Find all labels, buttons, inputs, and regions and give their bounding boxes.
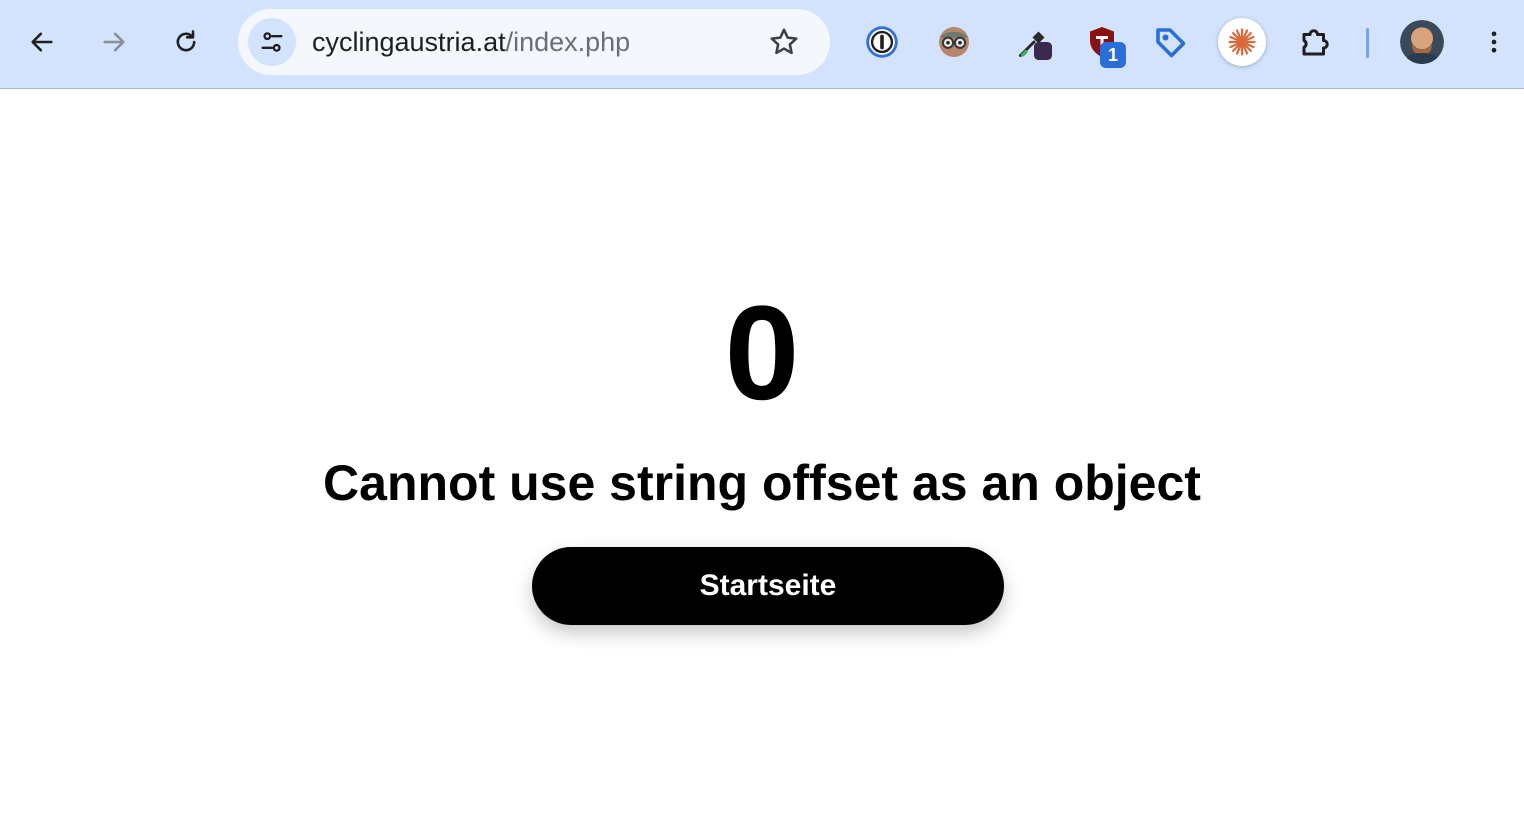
- tag-extension[interactable]: [1148, 20, 1192, 64]
- sparkle-extension[interactable]: [1218, 18, 1266, 66]
- home-button[interactable]: Startseite: [532, 547, 1004, 625]
- address-bar[interactable]: cyclingaustria.at/index.php: [238, 9, 830, 75]
- star-icon[interactable]: [768, 26, 800, 58]
- avatar-icon: [1400, 20, 1444, 64]
- reload-icon: [176, 30, 196, 52]
- error-code: 0: [724, 279, 800, 428]
- browser-toolbar: cyclingaustria.at/index.php 1: [0, 0, 1524, 89]
- site-info-button[interactable]: [248, 18, 296, 66]
- error-message: Cannot use string offset as an object: [323, 455, 1201, 511]
- extension-badge: 1: [1100, 42, 1126, 68]
- glasses-extension[interactable]: [932, 20, 976, 64]
- tag-icon: [1156, 28, 1186, 58]
- puzzle-icon: [1302, 29, 1329, 56]
- glasses-face-icon: [939, 27, 969, 57]
- toolbar-divider: [1366, 28, 1369, 58]
- eyedropper-extension[interactable]: [1012, 20, 1056, 64]
- url-path: /index.php: [505, 27, 631, 57]
- url-text[interactable]: cyclingaustria.at/index.php: [312, 26, 630, 58]
- tune-icon: [261, 32, 283, 52]
- 1password-icon: [866, 26, 898, 58]
- shield-extension[interactable]: 1: [1080, 20, 1126, 68]
- arrow-left-icon: [31, 32, 53, 52]
- back-button[interactable]: [22, 22, 62, 62]
- reload-button[interactable]: [166, 22, 206, 62]
- forward-button[interactable]: [94, 22, 134, 62]
- browser-menu-button[interactable]: [1474, 22, 1514, 62]
- sparkle-icon: [1228, 28, 1256, 56]
- page-content: 0 Cannot use string offset as an object …: [0, 90, 1524, 814]
- url-host: cyclingaustria.at: [312, 27, 506, 57]
- extensions-menu-button[interactable]: [1294, 20, 1338, 64]
- profile-avatar[interactable]: [1400, 20, 1444, 64]
- kebab-menu-icon: [1491, 31, 1497, 53]
- 1password-extension[interactable]: [860, 20, 904, 64]
- arrow-right-icon: [103, 32, 125, 52]
- eyedropper-icon: [1019, 31, 1052, 60]
